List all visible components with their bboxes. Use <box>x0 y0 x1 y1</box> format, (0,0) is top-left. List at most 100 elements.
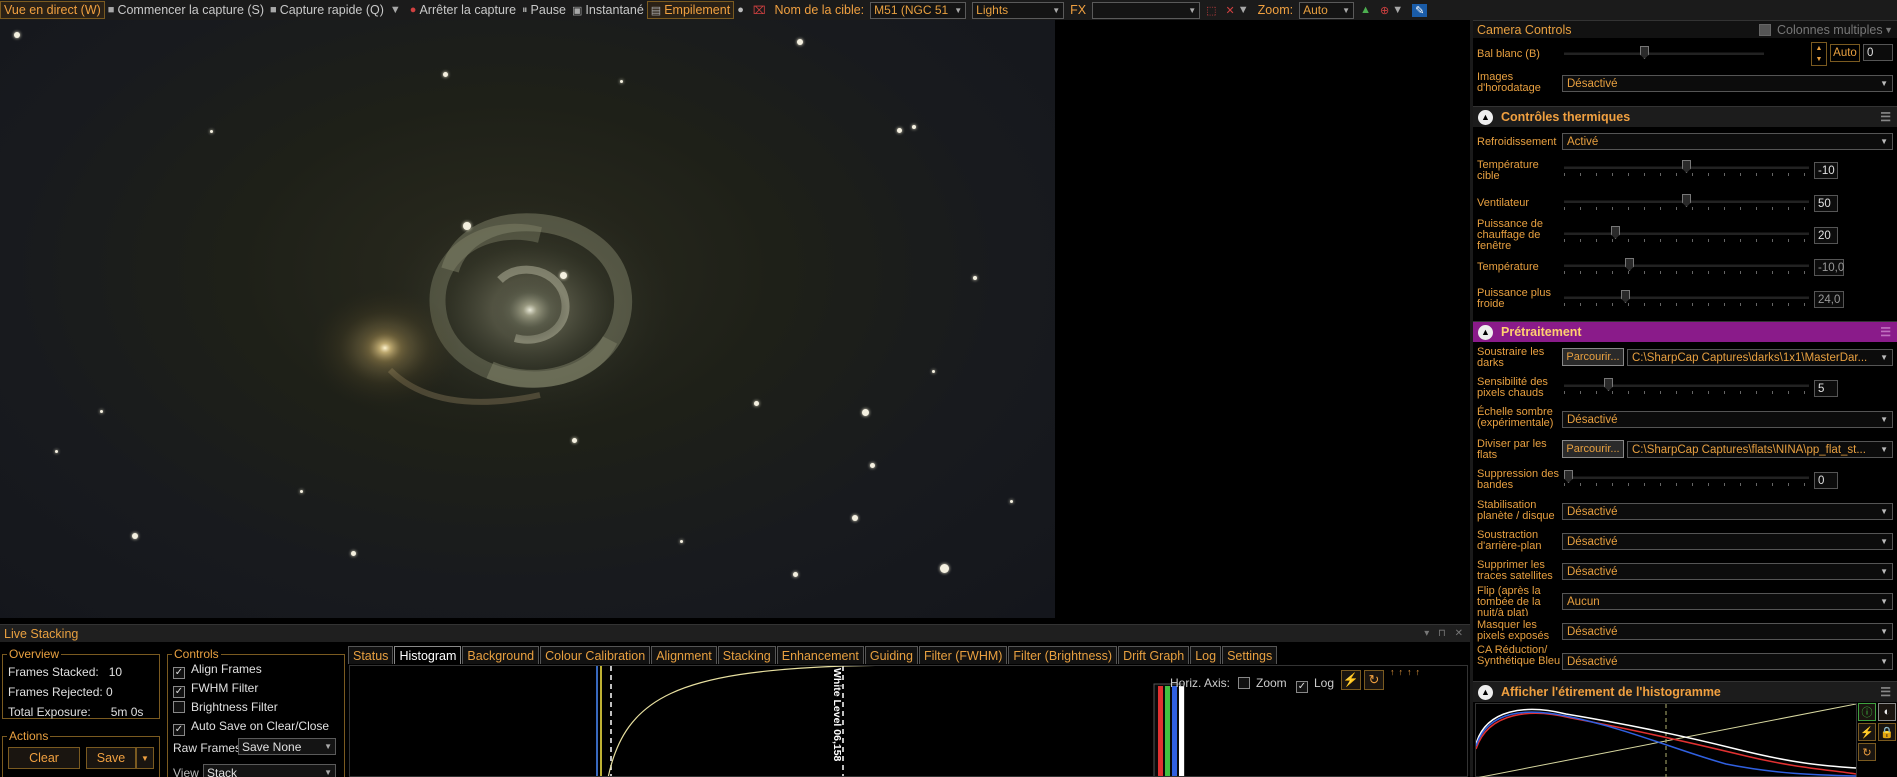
log-checkbox[interactable]: ✓ Log <box>1296 676 1334 693</box>
histogram-stretch-header[interactable]: ▲ Afficher l'étirement de l'histogramme … <box>1473 681 1897 702</box>
flip-select[interactable]: Aucun ▼ <box>1562 593 1893 610</box>
tab-colour-calibration[interactable]: Colour Calibration <box>540 646 651 664</box>
stacking-button[interactable]: ▤ Empilement <box>646 1 735 19</box>
brightness-filter-checkbox[interactable]: Brightness Filter <box>173 700 278 714</box>
pin-button[interactable]: ✎ <box>1409 0 1433 20</box>
tab-background[interactable]: Background <box>462 646 540 664</box>
stabilization-select[interactable]: Désactivé ▼ <box>1562 503 1893 520</box>
capture-dropdown-button[interactable]: ▼ <box>387 0 407 20</box>
fan-value[interactable]: 50 <box>1814 195 1838 212</box>
histogram-reset-button[interactable]: ↻ <box>1858 743 1876 761</box>
live-view-button[interactable]: Vue en direct (W) <box>0 1 105 19</box>
quick-capture-button[interactable]: ■ Capture rapide (Q) <box>267 0 387 20</box>
hot-pixel-value[interactable]: 5 <box>1814 380 1838 397</box>
raw-frames-value: Save None <box>242 739 302 754</box>
slider-thumb[interactable] <box>1640 46 1649 59</box>
mask-select[interactable]: Désactivé ▼ <box>1562 623 1893 640</box>
thermal-controls-header[interactable]: ▲ Contrôles thermiques ☰ <box>1473 106 1897 127</box>
align-frames-checkbox[interactable]: ✓ Align Frames <box>173 662 262 679</box>
snapshot-button[interactable]: ▣ Instantané <box>569 0 647 20</box>
tab-settings[interactable]: Settings <box>1222 646 1278 664</box>
tab-histogram[interactable]: Histogram <box>394 646 462 664</box>
menu-icon[interactable]: ☰ <box>1880 685 1891 699</box>
pause-button[interactable]: ⏸ Pause <box>519 0 569 20</box>
save-button[interactable]: Save <box>86 747 136 769</box>
clear-button[interactable]: Clear <box>8 747 80 769</box>
view-label: View <box>173 766 199 777</box>
timestamp-select[interactable]: Désactivé ▼ <box>1562 75 1893 92</box>
stop-capture-button[interactable]: ● Arrêter la capture <box>407 0 519 20</box>
focus-button[interactable]: ✕ ▼ <box>1223 0 1255 20</box>
log-checkbox-label: Log <box>1314 676 1335 690</box>
raw-frames-select[interactable]: Save None ▼ <box>238 738 336 755</box>
tab-drift-graph[interactable]: Drift Graph <box>1118 646 1190 664</box>
auto-save-checkbox[interactable]: ✓ Auto Save on Clear/Close <box>173 719 329 736</box>
target-temp-slider[interactable] <box>1564 160 1809 176</box>
camera-controls-header[interactable]: Camera Controls Colonnes multiples ▼ <box>1473 20 1897 38</box>
banding-value[interactable]: 0 <box>1814 472 1838 489</box>
tab-status[interactable]: Status <box>348 646 394 664</box>
zoom-select[interactable]: Auto ▼ <box>1299 1 1355 19</box>
background-sub-select[interactable]: Désactivé ▼ <box>1562 533 1893 550</box>
wb-blue-slider[interactable] <box>1564 46 1764 62</box>
satellite-select[interactable]: Désactivé ▼ <box>1562 563 1893 580</box>
tab-enhancement[interactable]: Enhancement <box>776 646 864 664</box>
heater-value[interactable]: 20 <box>1814 227 1838 244</box>
histogram-toggle-button[interactable]: ▲ <box>1357 0 1377 20</box>
histogram-stretch-plot[interactable] <box>1475 703 1857 777</box>
cooling-select[interactable]: Activé ▼ <box>1562 133 1893 150</box>
darks-path-select[interactable]: C:\SharpCap Captures\darks\1x1\MasterDar… <box>1627 349 1893 366</box>
tab-filter-brightness[interactable]: Filter (Brightness) <box>1008 646 1118 664</box>
target-name-input[interactable]: M51 (NGC 51 ▼ <box>870 1 967 19</box>
fan-slider[interactable] <box>1564 194 1809 210</box>
target-icon-button[interactable]: ⌧ <box>750 0 772 20</box>
ca-select[interactable]: Désactivé ▼ <box>1562 653 1893 670</box>
slider-thumb[interactable] <box>1682 194 1691 207</box>
stack-histogram[interactable]: White Level 06,158 Horiz. Axis: Zoom ✓ Lo… <box>349 665 1468 777</box>
zoom-checkbox[interactable]: Zoom <box>1238 676 1287 690</box>
level-arrows[interactable]: ↑↑↑↑ <box>1390 667 1424 677</box>
white-level-marker[interactable]: White Level 06,158 <box>831 668 843 761</box>
menu-icon[interactable]: ☰ <box>1880 110 1891 124</box>
dark-scale-select[interactable]: Désactivé ▼ <box>1562 411 1893 428</box>
start-capture-button[interactable]: ■ Commencer la capture (S) <box>105 0 267 20</box>
preprocessing-header[interactable]: ▲ Prétraitement ☰ <box>1473 321 1897 342</box>
banding-slider[interactable] <box>1564 470 1809 486</box>
histogram-auto-button[interactable]: ⚡ <box>1858 723 1876 741</box>
browse-flats-button[interactable]: Parcourir... <box>1562 440 1624 458</box>
hot-pixel-slider[interactable] <box>1564 378 1809 394</box>
panel-window-controls[interactable]: ▾ ⊓ ✕ <box>1424 628 1466 639</box>
menu-icon[interactable]: ☰ <box>1880 325 1891 339</box>
view-select[interactable]: Stack ▼ <box>203 764 336 777</box>
multi-columns-checkbox[interactable]: Colonnes multiples <box>1759 23 1883 37</box>
histogram-contrast-button[interactable]: ◐ <box>1878 703 1896 721</box>
auto-stretch-button[interactable]: ⚡ <box>1341 670 1361 690</box>
sphere-button[interactable]: ● <box>734 0 750 20</box>
wb-blue-spinner[interactable]: ▲ ▼ <box>1811 42 1827 66</box>
tab-alignment[interactable]: Alignment <box>651 646 717 664</box>
tab-filter-fwhm[interactable]: Filter (FWHM) <box>918 646 1008 664</box>
slider-thumb[interactable] <box>1682 160 1691 173</box>
reset-stretch-button[interactable]: ↻ <box>1364 670 1384 690</box>
reticle-button[interactable]: ⬚ <box>1203 0 1222 20</box>
tab-log[interactable]: Log <box>1190 646 1222 664</box>
browse-darks-button[interactable]: Parcourir... <box>1562 348 1624 366</box>
slider-thumb[interactable] <box>1564 470 1573 483</box>
wb-blue-auto-button[interactable]: Auto <box>1830 44 1860 62</box>
flats-path-select[interactable]: C:\SharpCap Captures\flats\NINA\pp_flat_… <box>1627 441 1893 458</box>
save-dropdown-button[interactable]: ▼ <box>136 747 154 769</box>
tab-stacking[interactable]: Stacking <box>717 646 776 664</box>
histogram-info-button[interactable]: ⓘ <box>1858 703 1876 721</box>
target-temp-value[interactable]: -10 <box>1814 162 1838 179</box>
fwhm-filter-checkbox[interactable]: ✓ FWHM Filter <box>173 681 258 698</box>
histogram-lock-button[interactable]: 🔒 <box>1878 723 1896 741</box>
slider-thumb[interactable] <box>1611 226 1620 239</box>
image-viewer[interactable] <box>0 20 1055 618</box>
fx-select[interactable]: ▼ <box>1092 1 1201 19</box>
target-tools-button[interactable]: ⊕ ▼ <box>1377 0 1409 20</box>
tab-guiding[interactable]: Guiding <box>864 646 918 664</box>
frame-type-select[interactable]: Lights ▼ <box>972 1 1065 19</box>
wb-blue-value[interactable]: 0 <box>1863 44 1893 61</box>
heater-slider[interactable] <box>1564 226 1809 242</box>
slider-thumb[interactable] <box>1604 378 1613 391</box>
